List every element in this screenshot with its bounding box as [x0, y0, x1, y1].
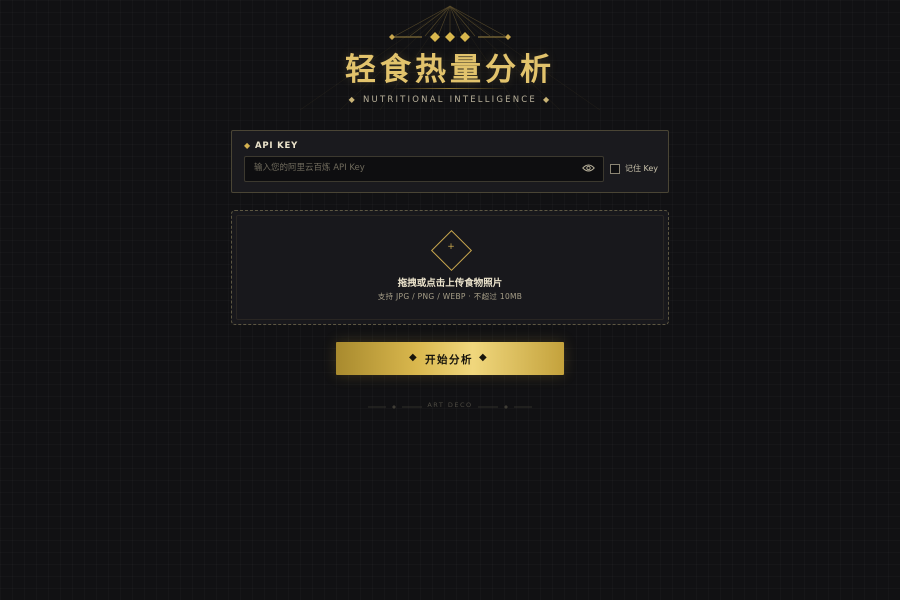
upload-title: 拖拽或点击上传食物照片 — [397, 278, 503, 289]
subtitle: ◆ NUTRITIONAL INTELLIGENCE ◆ — [0, 95, 900, 105]
title-divider — [392, 88, 508, 89]
diamond-icon: ◆ — [409, 352, 417, 363]
header: 轻食热量分析 ◆ NUTRITIONAL INTELLIGENCE ◆ — [0, 0, 900, 115]
diamond-ornament-icon — [389, 32, 511, 42]
upload-dropzone[interactable]: + 拖拽或点击上传食物照片 支持 JPG / PNG / WEBP · 不超过 … — [231, 210, 669, 325]
plus-icon: + — [447, 242, 455, 252]
diamond-icon: ◆ — [244, 141, 251, 150]
remember-key-label: 记住 Key — [625, 164, 659, 173]
start-analysis-label: 开始分析 — [425, 354, 473, 366]
api-key-label: ◆ API KEY — [244, 141, 298, 151]
api-key-label-text: API KEY — [254, 141, 299, 151]
footer: ART DECO — [0, 399, 900, 415]
subtitle-text: NUTRITIONAL INTELLIGENCE — [362, 95, 537, 105]
page-title: 轻食热量分析 — [345, 52, 555, 88]
diamond-icon: ◆ — [479, 352, 487, 363]
diamond-icon: ◆ — [543, 95, 552, 104]
checkbox-box[interactable] — [610, 164, 620, 174]
api-key-input[interactable] — [245, 157, 574, 179]
upload-hint: 支持 JPG / PNG / WEBP · 不超过 10MB — [377, 292, 523, 301]
start-analysis-button[interactable]: ◆ 开始分析 ◆ — [336, 342, 564, 375]
api-key-card: ◆ API KEY 记住 Key — [231, 130, 669, 193]
eye-icon[interactable] — [582, 163, 595, 173]
diamond-icon: ◆ — [348, 95, 357, 104]
api-key-field — [244, 156, 604, 182]
footer-text: ART DECO — [427, 401, 473, 409]
